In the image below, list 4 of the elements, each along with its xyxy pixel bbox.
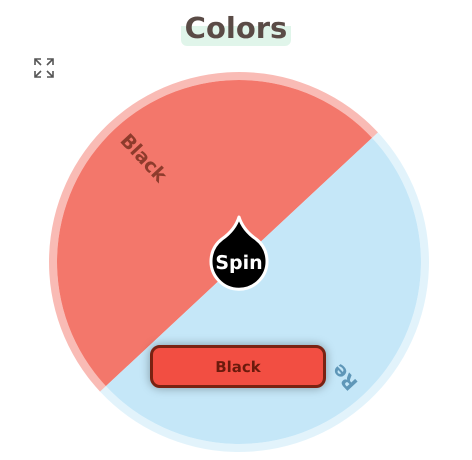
page-title: Colors	[184, 10, 288, 46]
spin-button[interactable]: Spin	[210, 216, 268, 291]
expand-icon[interactable]	[34, 58, 54, 78]
segment-label: Re	[328, 359, 362, 394]
